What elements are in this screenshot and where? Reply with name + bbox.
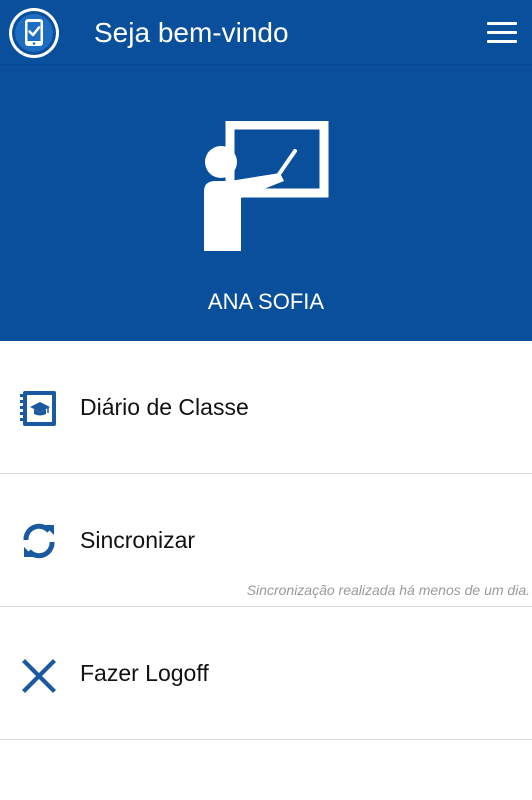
menu-item-class-diary[interactable]: Diário de Classe [0,341,532,474]
tablet-check-icon [9,8,59,58]
sync-status-note: Sincronização realizada há menos de um d… [246,582,530,598]
menu-item-label: Diário de Classe [80,394,249,420]
profile-banner: ANA SOFIA [0,65,532,341]
hamburger-menu-icon[interactable] [484,18,520,48]
teacher-at-board-icon [204,121,329,251]
sync-icon [23,523,55,559]
user-name: ANA SOFIA [207,289,325,314]
class-diary-book-icon [20,391,56,426]
menu-item-logoff[interactable]: Fazer Logoff [0,607,532,740]
page-title: Seja bem-vindo [94,17,289,48]
main-menu: Diário de Classe Sincronizar Fazer Logof… [0,341,532,740]
menu-item-label: Sincronizar [80,527,196,553]
close-x-icon [22,659,56,693]
app-bar: Seja bem-vindo [0,0,532,65]
menu-item-label: Fazer Logoff [80,660,209,686]
